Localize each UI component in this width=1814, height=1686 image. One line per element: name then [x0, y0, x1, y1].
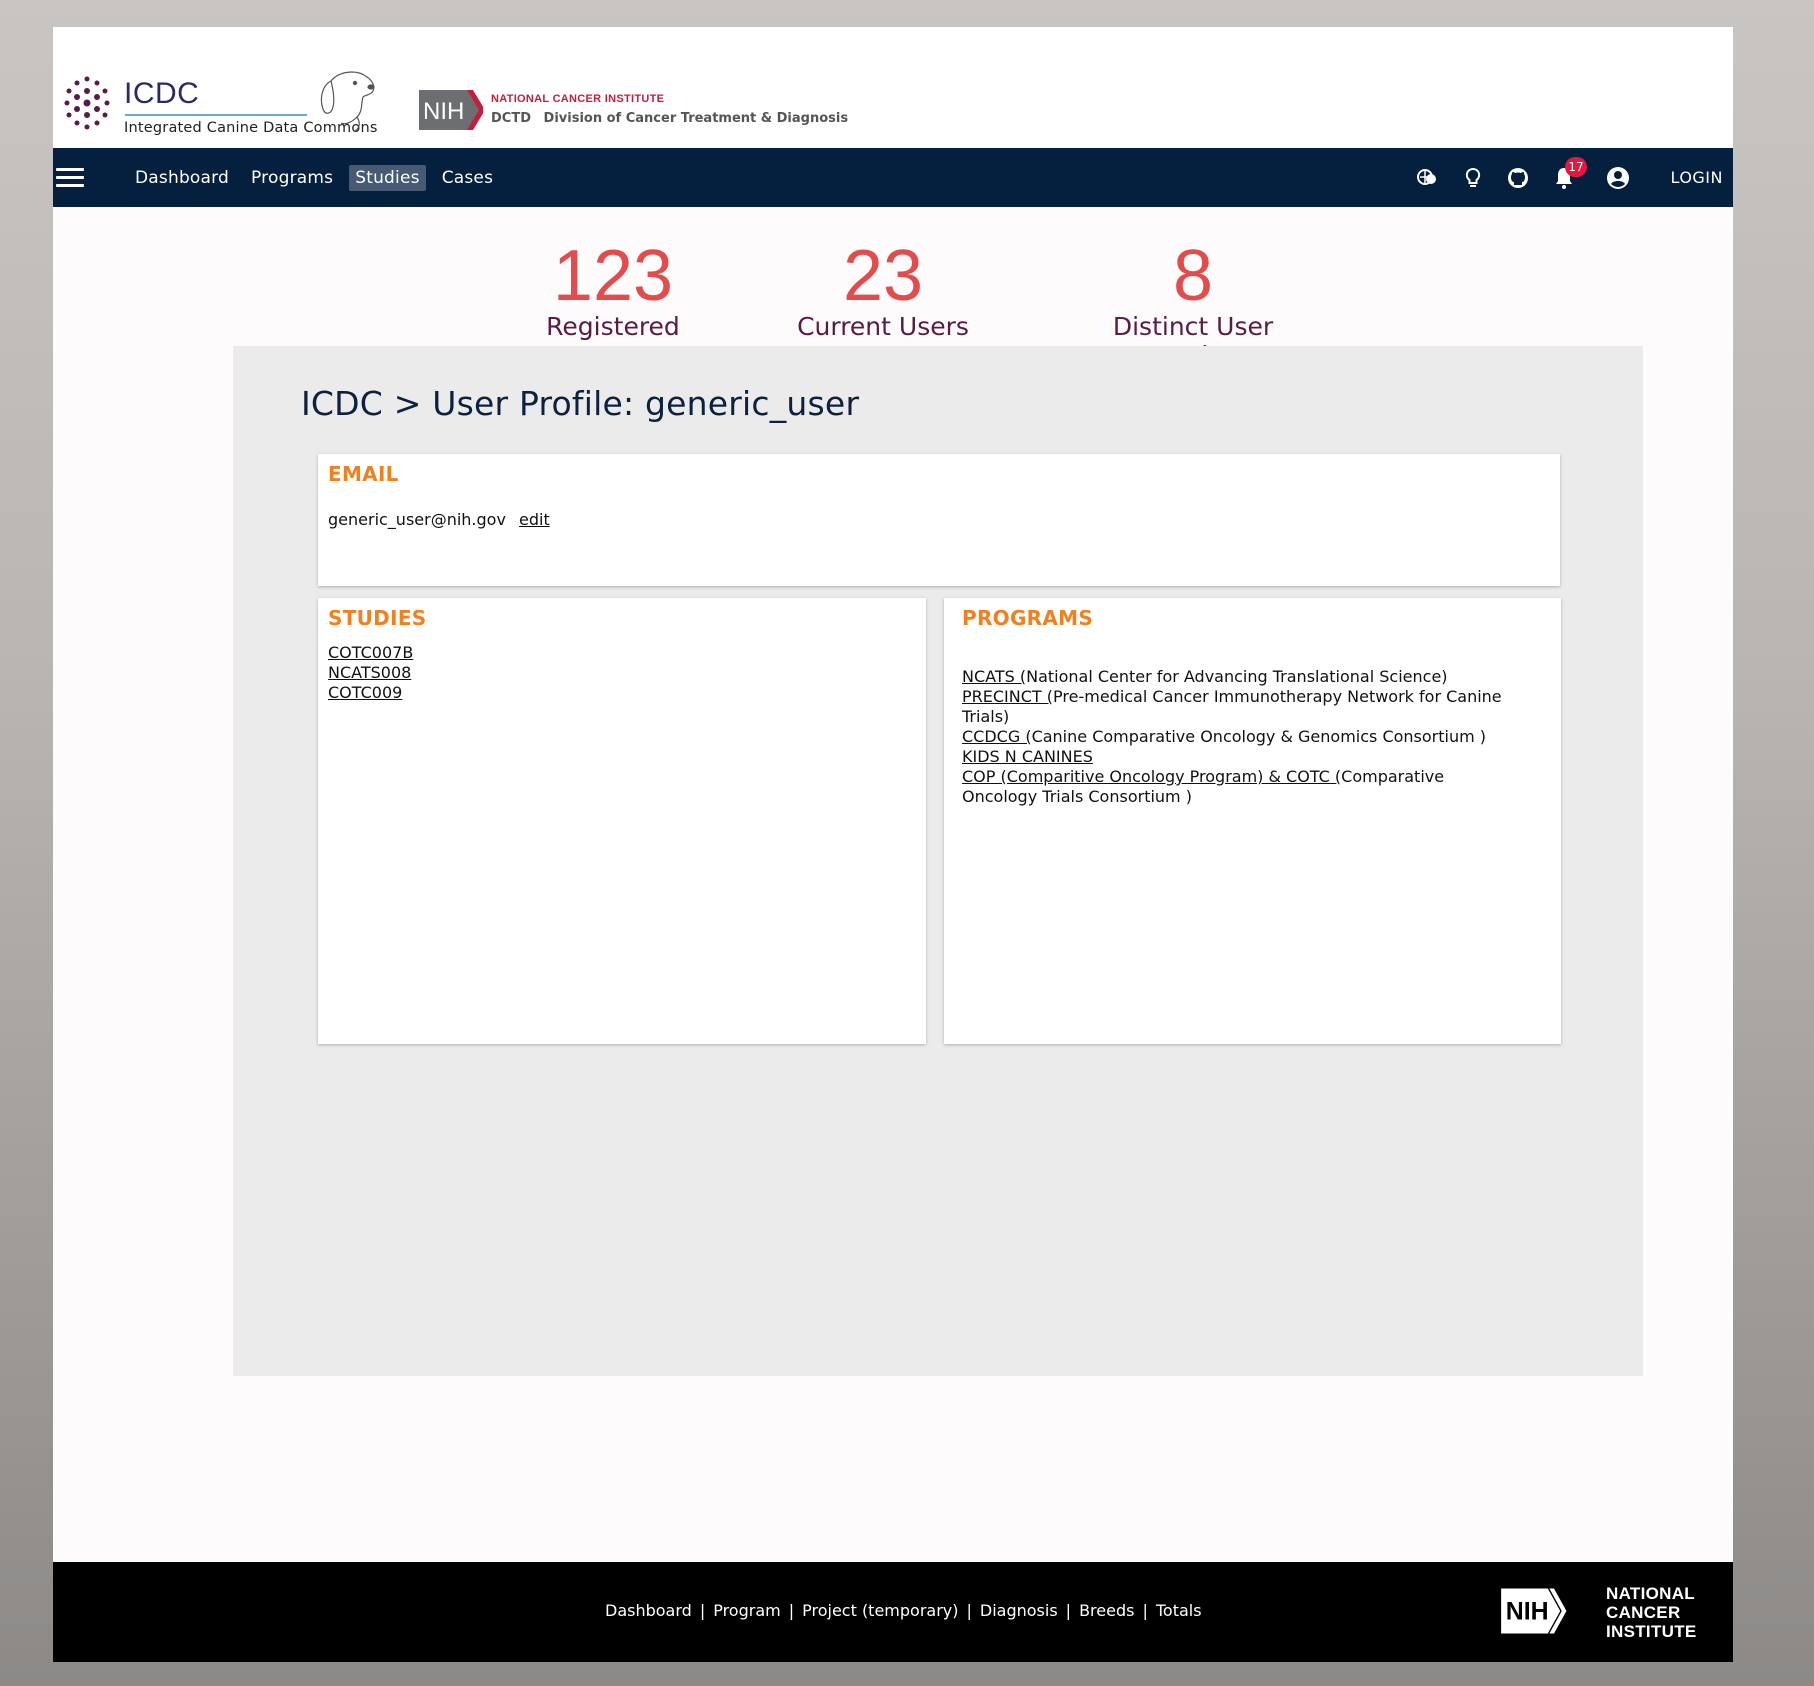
stat-label: Current Users [797, 312, 969, 341]
footer-separator: | [699, 1601, 706, 1620]
nav-menu: Dashboard Programs Studies Cases [129, 165, 499, 191]
footer-links: Dashboard | Program | Project (temporary) |… [605, 1601, 1202, 1620]
footer-nci-line: INSTITUTE [1606, 1622, 1697, 1641]
hamburger-menu-icon[interactable] [56, 168, 84, 188]
program-item: CCDCG (Canine Comparative Oncology & Gen… [962, 727, 1522, 747]
nih-badge-text: NIH [423, 98, 464, 125]
footer-nci-line: CANCER [1606, 1603, 1681, 1622]
nav-item-dashboard[interactable]: Dashboard [129, 165, 235, 191]
program-item: KIDS N CANINES [962, 747, 1522, 767]
footer-separator: | [1065, 1601, 1072, 1620]
stat-current-users: 23 Current Users [783, 240, 983, 341]
dctd-name: Division of Cancer Treatment & Diagnosis [543, 111, 849, 126]
footer-nci-line: NATIONAL [1606, 1584, 1695, 1603]
edit-email-link[interactable]: edit [519, 510, 550, 529]
site-header: ICDC Integrated Canine Data Commons NIH … [53, 27, 1733, 148]
dctd-abbr: DCTD [491, 111, 531, 126]
app-window: ICDC Integrated Canine Data Commons NIH … [53, 27, 1733, 1662]
study-link[interactable]: COTC007B [328, 643, 413, 663]
logo-title[interactable]: ICDC [124, 77, 199, 111]
program-item: NCATS (National Center for Advancing Tra… [962, 667, 1522, 687]
footer-link-dashboard[interactable]: Dashboard [605, 1601, 692, 1620]
program-link[interactable]: PRECINCT ( [962, 687, 1053, 706]
program-link[interactable]: COP (Comparitive Oncology Program) & COT… [962, 767, 1341, 786]
footer-link-program[interactable]: Program [713, 1601, 781, 1620]
email-card: EMAIL generic_user@nih.gov edit [318, 454, 1560, 586]
icdc-dots-logo-icon [64, 76, 110, 130]
footer-link-diagnosis[interactable]: Diagnosis [980, 1601, 1058, 1620]
program-link[interactable]: CCDCG ( [962, 727, 1032, 746]
program-link[interactable]: KIDS N CANINES [962, 747, 1093, 766]
studies-title: STUDIES [328, 606, 427, 630]
footer-nih-logo-icon: NIH [1501, 1588, 1567, 1634]
program-desc: National Center for Advancing Translatio… [1026, 667, 1448, 686]
translate-icon[interactable] [1414, 165, 1440, 191]
stat-value: 8 [1172, 236, 1214, 316]
footer-link-breeds[interactable]: Breeds [1079, 1601, 1134, 1620]
nav-bar: Dashboard Programs Studies Cases 17 LOGI… [53, 148, 1733, 207]
footer-separator: | [966, 1601, 972, 1620]
study-link[interactable]: COTC009 [328, 683, 413, 703]
nih-badge-icon: NIH [419, 90, 483, 130]
email-row: generic_user@nih.gov edit [328, 510, 550, 529]
nav-item-cases[interactable]: Cases [436, 165, 499, 191]
github-icon[interactable] [1505, 165, 1531, 191]
programs-list: NCATS (National Center for Advancing Tra… [962, 667, 1522, 807]
study-link[interactable]: NCATS008 [328, 663, 413, 683]
logo-divider [125, 114, 307, 116]
account-icon[interactable] [1605, 165, 1631, 191]
program-desc: Canine Comparative Oncology & Genomics C… [1031, 727, 1487, 746]
program-item: COP (Comparitive Oncology Program) & COT… [962, 767, 1522, 807]
footer-separator: | [788, 1601, 795, 1620]
program-link[interactable]: NCATS ( [962, 667, 1026, 686]
dctd-line: DCTD Division of Cancer Treatment & Diag… [491, 111, 856, 126]
footer-nih-text: NIH [1506, 1598, 1549, 1626]
email-title: EMAIL [328, 462, 399, 486]
notification-badge: 17 [1565, 157, 1587, 177]
lightbulb-icon[interactable] [1460, 165, 1486, 191]
page-title: ICDC > User Profile: generic_user [301, 384, 860, 423]
bell-icon[interactable]: 17 [1551, 157, 1587, 191]
footer: Dashboard | Program | Project (temporary) |… [53, 1562, 1733, 1662]
footer-separator: | [1142, 1601, 1148, 1620]
email-value: generic_user@nih.gov [328, 510, 506, 529]
login-button[interactable]: LOGIN [1670, 168, 1723, 187]
footer-nci-name: NATIONAL CANCER INSTITUTE [1606, 1584, 1697, 1641]
studies-card: STUDIES COTC007B NCATS008 COTC009 [318, 598, 926, 1044]
stat-value: 23 [842, 236, 924, 316]
programs-card: PROGRAMS NCATS (National Center for Adva… [944, 598, 1561, 1044]
dog-head-icon [320, 71, 375, 132]
footer-link-project[interactable]: Project (temporary) [802, 1601, 958, 1620]
profile-panel: ICDC > User Profile: generic_user EMAIL … [233, 346, 1643, 1376]
nav-item-studies[interactable]: Studies [349, 165, 426, 191]
nci-name: NATIONAL CANCER INSTITUTE [491, 93, 665, 105]
stat-value: 123 [552, 236, 674, 316]
programs-title: PROGRAMS [962, 606, 1094, 630]
program-item: PRECINCT (Pre-medical Cancer Immunothera… [962, 687, 1522, 727]
footer-link-totals[interactable]: Totals [1156, 1601, 1202, 1620]
nav-item-programs[interactable]: Programs [245, 165, 339, 191]
studies-list: COTC007B NCATS008 COTC009 [328, 643, 413, 703]
